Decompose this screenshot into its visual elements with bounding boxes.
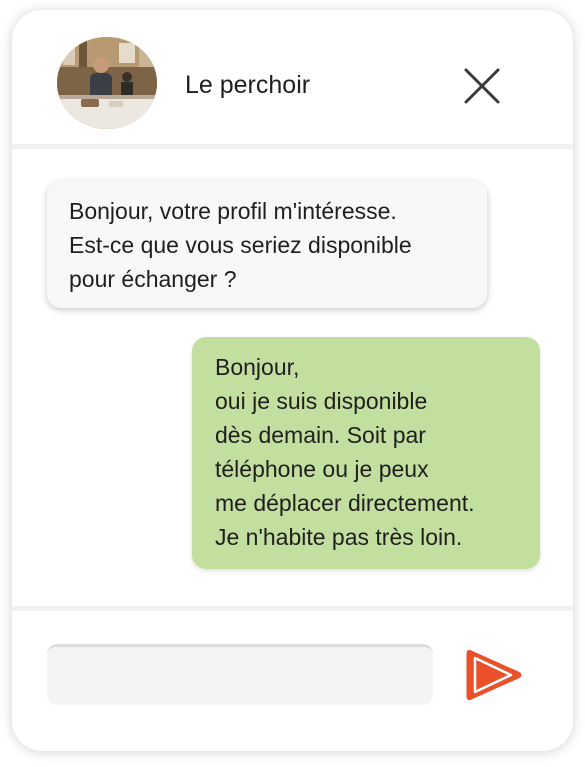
message-line: Je n'habite pas très loin. <box>215 524 463 550</box>
message-input[interactable] <box>47 644 433 705</box>
message-line: dès demain. Soit par <box>215 422 426 448</box>
chat-header: Le perchoir <box>12 10 573 146</box>
incoming-message: Bonjour, votre profil m'intéresse. Est-c… <box>47 181 487 308</box>
avatar <box>57 37 157 129</box>
message-line: Bonjour, <box>215 354 300 380</box>
outgoing-message: Bonjour, oui je suis disponible dès dema… <box>192 337 540 569</box>
message-line: pour échanger ? <box>69 266 237 292</box>
conversation-title: Le perchoir <box>185 71 311 99</box>
send-button[interactable] <box>462 644 526 706</box>
composer-divider <box>12 606 573 611</box>
send-icon <box>466 649 522 701</box>
header-divider <box>12 144 573 149</box>
message-line: téléphone ou je peux <box>215 456 429 482</box>
message-line: oui je suis disponible <box>215 388 428 414</box>
message-line: Bonjour, votre profil m'intéresse. <box>69 198 397 224</box>
close-icon <box>464 68 500 104</box>
close-button[interactable] <box>462 66 502 106</box>
avatar-photo <box>57 37 157 129</box>
message-line: Est-ce que vous seriez disponible <box>69 232 412 258</box>
message-line: me déplacer directement. <box>215 490 475 516</box>
chat-window: Le perchoir Bonjour, votre profil m'inté… <box>12 10 573 751</box>
